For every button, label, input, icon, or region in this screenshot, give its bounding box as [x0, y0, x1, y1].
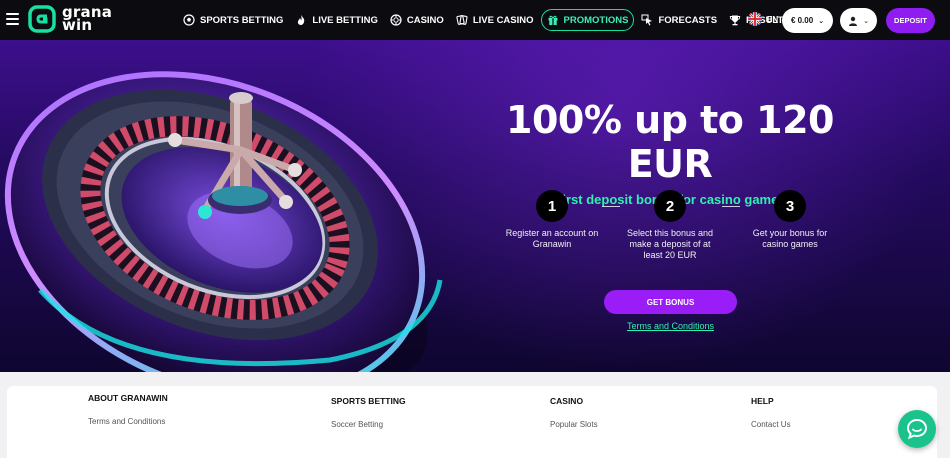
step-divider: [602, 206, 620, 207]
chat-bubble-icon: [906, 418, 928, 440]
step-number: 1: [536, 190, 568, 222]
footer-link[interactable]: Soccer Betting: [331, 420, 406, 429]
logo[interactable]: grana win: [28, 5, 112, 33]
nav-item-live-betting[interactable]: LIVE BETTING: [290, 9, 382, 31]
casino-chip-icon: [390, 14, 402, 26]
terms-and-conditions-link[interactable]: Terms and Conditions: [604, 321, 737, 331]
footer-link[interactable]: Contact Us: [751, 420, 791, 429]
cards-icon: [456, 15, 468, 25]
gift-icon: [548, 15, 558, 25]
footer-column-about: ABOUT GRANAWIN Terms and Conditions: [88, 393, 168, 426]
step-1: 1 Register an account on Granawin: [502, 190, 602, 250]
nav-item-label: PROMOTIONS: [563, 14, 629, 26]
footer-column-help: HELP Contact Us: [751, 396, 791, 429]
bonus-steps: 1 Register an account on Granawin 2 Sele…: [502, 190, 842, 270]
user-icon: [849, 16, 858, 26]
nav-item-label: FORECASTS: [658, 14, 718, 26]
step-text: Select this bonus and make a deposit of …: [626, 228, 714, 260]
nav-item-label: SPORTS BETTING: [200, 14, 284, 26]
uk-flag-icon: [748, 12, 762, 26]
promo-hero-banner: 100% up to 120 EUR First deposit bonus f…: [0, 40, 950, 372]
soccer-ball-icon: [183, 14, 195, 26]
nav-item-live-casino[interactable]: LIVE CASINO: [451, 9, 539, 31]
footer-column-title: CASINO: [550, 396, 584, 406]
logo-text: grana win: [62, 5, 112, 33]
language-selector[interactable]: EN: [748, 12, 778, 26]
step-3: 3 Get your bonus for casino games: [740, 190, 840, 250]
footer-column-casino: CASINO Popular Slots: [550, 396, 598, 429]
balance-dropdown[interactable]: € 0.00 ⌄: [782, 8, 833, 33]
step-text: Register an account on Granawin: [505, 228, 599, 249]
step-number: 3: [774, 190, 806, 222]
step-number: 2: [654, 190, 686, 222]
nav-item-sports-betting[interactable]: SPORTS BETTING: [178, 9, 288, 31]
roulette-wheel-image: [4, 71, 443, 372]
nav-item-label: CASINO: [406, 14, 444, 26]
deposit-button[interactable]: DEPOSIT: [886, 8, 935, 33]
live-chat-button[interactable]: [898, 410, 936, 448]
logo-mark-icon: [28, 5, 56, 33]
top-navbar: grana win SPORTS BETTING LIVE BETTING CA…: [0, 0, 950, 40]
nav-item-casino[interactable]: CASINO: [385, 9, 449, 31]
get-bonus-button[interactable]: GET BONUS: [604, 290, 737, 314]
footer-panel: ABOUT GRANAWIN Terms and Conditions SPOR…: [7, 386, 937, 458]
step-divider: [722, 206, 740, 207]
flame-icon: [298, 15, 305, 25]
step-2: 2 Select this bonus and make a deposit o…: [620, 190, 720, 261]
footer-column-title: SPORTS BETTING: [331, 396, 406, 406]
chevron-down-icon: ⌄: [863, 17, 869, 25]
footer-column-title: HELP: [751, 396, 774, 406]
promo-title: 100% up to 120 EUR: [506, 98, 834, 186]
trophy-icon: [729, 15, 741, 26]
footer-column-sports: SPORTS BETTING Soccer Betting: [331, 396, 406, 429]
footer: ABOUT GRANAWIN Terms and Conditions SPOR…: [0, 372, 950, 458]
main-menu: SPORTS BETTING LIVE BETTING CASINO LIVE …: [178, 0, 797, 40]
balance-amount: € 0.00: [790, 16, 814, 25]
footer-link[interactable]: Popular Slots: [550, 420, 598, 429]
nav-item-label: LIVE BETTING: [312, 14, 378, 26]
cursor-icon: [641, 14, 653, 26]
footer-link[interactable]: Terms and Conditions: [88, 417, 168, 426]
step-text: Get your bonus for casino games: [752, 228, 828, 249]
nav-item-label: LIVE CASINO: [472, 14, 534, 26]
user-account-button[interactable]: ⌄: [840, 8, 877, 33]
chevron-down-icon: ⌄: [818, 17, 825, 25]
language-code: EN: [767, 14, 779, 24]
nav-item-promotions[interactable]: PROMOTIONS: [540, 9, 635, 31]
hamburger-menu-icon[interactable]: [6, 13, 19, 25]
footer-column-title: ABOUT GRANAWIN: [88, 393, 168, 403]
nav-item-forecasts[interactable]: FORECASTS: [636, 9, 722, 31]
